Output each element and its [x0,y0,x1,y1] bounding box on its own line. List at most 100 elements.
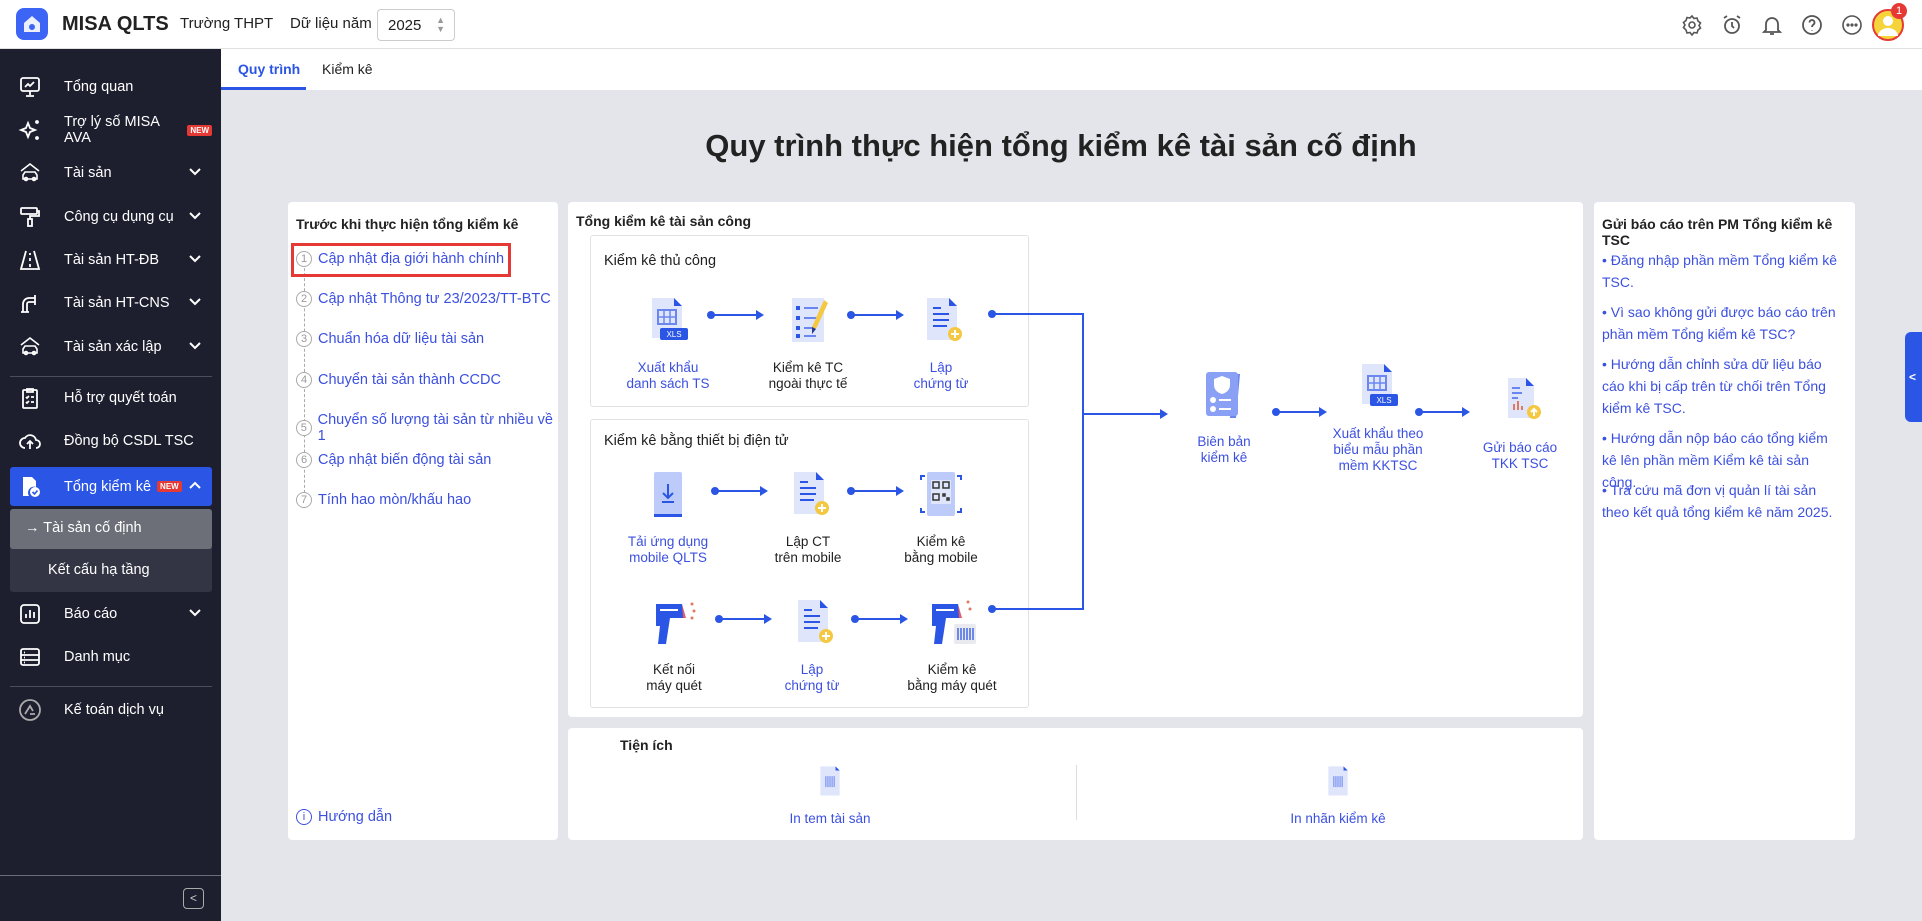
paint-roller-icon [20,207,40,227]
step-5[interactable]: 5 Chuyển số lượng tài sản từ nhiều về 1 [296,412,558,444]
sidebar-item-label: Hỗ trợ quyết toán [64,390,177,406]
sidebar-item-tai-san[interactable]: Tài sản [10,154,212,192]
step-3[interactable]: 3 Chuẩn hóa dữ liệu tài sản [296,331,484,347]
node-send-report[interactable]: Gửi báo cáo TKK TSC [1445,376,1595,472]
sidebar-item-label: Tổng kiểm kê [64,478,152,495]
node-label: trên mobile [774,550,842,565]
report-shield-icon [1206,372,1240,418]
chevron-down-icon [189,255,201,263]
mobile-download-icon [654,472,682,517]
doc-check-icon [23,476,40,497]
tab-quy-trinh[interactable]: Quy trình [238,61,300,77]
print-inventory-label-button[interactable]: In nhãn kiểm kê [1263,765,1413,827]
chevron-down-icon [189,342,201,350]
send-report-card: Gửi báo cáo trên PM Tổng kiểm kê TSC • Đ… [1594,202,1855,840]
step-number: 5 [296,420,312,436]
chevron-down-icon [189,298,201,306]
sidebar-item-label: Đồng bộ CSDL TSC [64,433,194,449]
utility-label: In tem tài sản [789,811,871,826]
alarm-clock-icon[interactable] [1720,13,1744,37]
connector-dot [988,310,996,318]
node-label: Tải ứng dụng [627,534,709,549]
sidebar-item-tong-quan[interactable]: Tổng quan [10,68,212,106]
sparkle-icon [18,120,39,140]
sidebar-item-ht-db[interactable]: Tài sản HT-ĐB [10,241,212,279]
notification-badge: 1 [1891,3,1907,19]
sidebar-item-tro-ly[interactable]: Trợ lý số MISA AVA NEW [10,111,212,149]
node-label: Lập [800,662,824,677]
connector-line [991,608,1084,610]
flow-arrow [847,310,904,320]
sidebar-divider [10,686,212,687]
year-value: 2025 [388,17,422,34]
report-link-2[interactable]: • Vì sao không gửi được báo cáo trên phầ… [1602,301,1842,345]
gear-icon[interactable] [1680,13,1704,37]
subitem-tai-san-co-dinh[interactable]: → Tài sản cố định [10,509,212,549]
barcode-file-icon [1328,766,1348,796]
step-6[interactable]: 6 Cập nhật biến động tài sản [296,452,491,468]
step-number: 6 [296,452,312,468]
document-add-icon [927,298,962,341]
document-add-icon [794,472,829,515]
node-inventory-report[interactable]: Biên bản kiểm kê [1149,370,1299,466]
spinner-arrows-icon[interactable]: ▲ ▼ [436,16,445,34]
node-label: Kiểm kê [927,662,977,677]
step-number: 3 [296,331,312,347]
sidebar-item-tong-kiem-ke[interactable]: Tổng kiểm kê NEW [10,467,212,506]
step-1[interactable]: 1 Cập nhật địa giới hành chính [296,251,504,267]
sidebar-item-danh-muc[interactable]: Danh mục [10,638,212,676]
report-link-3[interactable]: • Hướng dẫn chỉnh sửa dữ liệu báo cáo kh… [1602,353,1842,419]
node-label: chứng từ [784,678,840,693]
guide-link[interactable]: i Hướng dẫn [296,809,392,825]
sidebar-item-bao-cao[interactable]: Báo cáo [10,595,212,633]
subitem-label: Kết cấu hạ tầng [48,562,150,578]
help-icon[interactable] [1800,13,1824,37]
node-create-voucher-2[interactable]: Lập chứng từ [737,598,887,694]
tab-kiem-ke[interactable]: Kiểm kê [322,61,373,77]
card-title: Gửi báo cáo trên PM Tổng kiểm kê TSC [1602,216,1833,248]
subitem-ket-cau-ha-tang[interactable]: Kết cấu hạ tầng [10,549,212,592]
sidebar-item-ke-toan-dich-vu[interactable]: Kế toán dịch vụ [10,691,212,729]
node-export-asset-list[interactable]: XLS Xuất khẩu danh sách TS [593,296,743,392]
node-download-app[interactable]: Tải ứng dụng mobile QLTS [593,470,743,566]
year-stepper[interactable]: 2025 ▲ ▼ [377,9,455,41]
step-7[interactable]: 7 Tính hao mòn/khấu hao [296,492,471,508]
node-label: Gửi báo cáo [1482,440,1558,455]
node-connect-scanner: Kết nối máy quét [599,598,749,694]
utilities-card: Tiện ích In tem tài sản In nhãn kiểm kê [568,728,1583,840]
organization-selector[interactable]: Trường THPT [180,15,273,32]
box-title: Kiểm kê thủ công [604,253,717,269]
cloud-upload-icon [19,434,41,449]
more-icon[interactable] [1840,13,1864,37]
report-link-5[interactable]: • Tra cứu mã đơn vị quản lí tài sản theo… [1602,479,1842,523]
bell-icon[interactable] [1760,13,1784,37]
xls-file-icon: XLS [652,298,688,340]
sidebar-divider [0,875,221,876]
card-title: Tiện ích [620,737,673,753]
sidebar-item-label: Tài sản HT-CNS [64,295,170,311]
barcode-scanner-icon [656,602,696,644]
collapse-sidebar-button[interactable]: < [183,888,204,909]
step-link: Chuẩn hóa dữ liệu tài sản [318,331,485,347]
step-link: Chuyển số lượng tài sản từ nhiều về 1 [317,412,553,444]
node-export-kktsc[interactable]: XLS Xuất khẩu theo biểu mẫu phần mềm KKTSC [1303,362,1453,474]
app-logo[interactable] [16,8,48,40]
step-number: 2 [296,291,312,307]
report-link-1[interactable]: • Đăng nhập phần mềm Tổng kiểm kê TSC. [1602,249,1842,293]
step-link: Chuyển tài sản thành CCDC [318,372,501,388]
sidebar-item-cong-cu[interactable]: Công cụ dụng cụ [10,198,212,236]
step-2[interactable]: 2 Cập nhật Thông tư 23/2023/TT-BTC [296,291,551,307]
connector-line [1082,313,1084,610]
node-label: ngoài thực tế [768,376,848,391]
sidebar-item-ho-tro[interactable]: Hỗ trợ quyết toán [10,379,212,417]
info-icon: i [296,809,312,825]
arrow-right-icon: → [25,520,40,536]
expand-panel-button[interactable]: < [1905,332,1922,422]
step-4[interactable]: 4 Chuyển tài sản thành CCDC [296,372,501,388]
sidebar-item-dong-bo[interactable]: Đồng bộ CSDL TSC [10,422,212,460]
sidebar-item-label: Tài sản HT-ĐB [64,252,160,268]
chevron-down-icon [189,168,201,176]
sidebar-item-ht-cns[interactable]: Tài sản HT-CNS [10,284,212,322]
print-asset-label-button[interactable]: In tem tài sản [755,765,905,827]
sidebar-item-xac-lap[interactable]: Tài sản xác lập [10,328,212,366]
